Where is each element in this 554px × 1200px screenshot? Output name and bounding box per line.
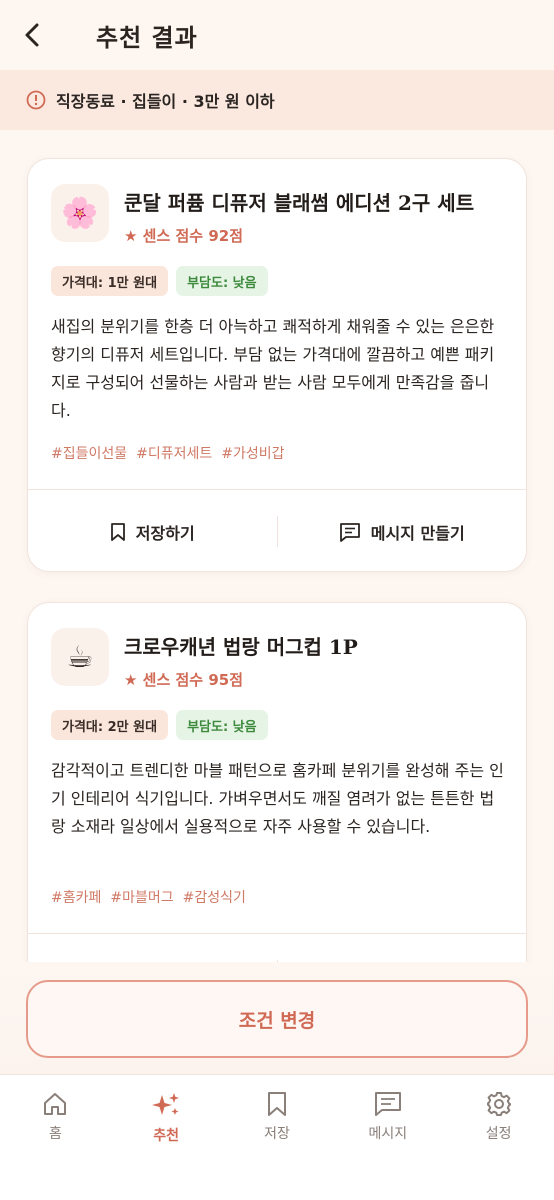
card-actions (28, 933, 526, 962)
product-card[interactable]: ☕ 크로우캐년 법랑 머그컵 1P ★ 센스 점수 95점 가격대: 2만 원대… (27, 602, 527, 962)
nav-item-home[interactable]: 홈 (5, 1075, 105, 1200)
nav-label: 추천 (153, 1128, 180, 1144)
badge-row: 가격대: 1만 원대 부담도: 낮음 (51, 266, 268, 296)
condition-text: 직장동료 · 집들이 · 3만 원 이하 (56, 92, 275, 111)
message-icon (339, 522, 360, 542)
product-name: 크로우캐년 법랑 머그컵 1P (124, 635, 358, 659)
tag: #디퓨저세트 (136, 446, 213, 462)
nav-label: 메시지 (368, 1126, 408, 1142)
tag: #마블머그 (110, 890, 174, 906)
make-message-button[interactable] (278, 934, 527, 962)
sense-score: ★ 센스 점수 92점 (124, 227, 243, 245)
home-icon (44, 1093, 67, 1115)
save-label: 저장하기 (135, 523, 195, 543)
product-card[interactable]: 🌸 쿤달 퍼퓸 디퓨저 블래썸 에디션 2구 세트 ★ 센스 점수 92점 가격… (27, 158, 527, 572)
recommendation-list[interactable]: 🌸 쿤달 퍼퓸 디퓨저 블래썸 에디션 2구 세트 ★ 센스 점수 92점 가격… (0, 130, 554, 962)
tag: #감성식기 (182, 890, 246, 906)
nav-label: 홈 (48, 1126, 62, 1142)
product-thumbnail: ☕ (51, 628, 109, 686)
burden-badge: 부담도: 낮음 (176, 266, 268, 296)
tag: #집들이선물 (51, 446, 128, 462)
card-actions: 저장하기 메시지 만들기 (28, 489, 527, 571)
price-badge: 가격대: 2만 원대 (51, 710, 169, 740)
sense-score: ★ 센스 점수 95점 (124, 671, 243, 689)
tag: #가성비갑 (221, 446, 285, 462)
tag-list: #홈카페 #마블머그 #감성식기 (51, 887, 246, 907)
tag-list: #집들이선물 #디퓨저세트 #가성비갑 (51, 443, 285, 463)
page-title: 추천 결과 (96, 23, 198, 52)
message-icon (374, 1092, 401, 1116)
bookmark-icon (267, 1092, 286, 1116)
make-message-button[interactable]: 메시지 만들기 (278, 490, 527, 571)
nav-item-settings[interactable]: 설정 (449, 1075, 549, 1200)
chevron-left-icon (25, 23, 39, 47)
save-button[interactable]: 저장하기 (28, 490, 277, 571)
save-button[interactable] (28, 934, 277, 962)
tag: #홈카페 (51, 890, 102, 906)
product-name: 쿤달 퍼퓸 디퓨저 블래썸 에디션 2구 세트 (124, 191, 475, 215)
product-description: 새집의 분위기를 한층 더 아늑하고 쾌적하게 채워줄 수 있는 은은한 향기의… (51, 317, 495, 420)
nav-item-saved[interactable]: 저장 (227, 1075, 327, 1200)
bottom-nav: 홈 추천 저장 메시지 설정 (0, 1074, 554, 1200)
gear-icon (486, 1092, 511, 1116)
change-conditions-button[interactable]: 조건 변경 (26, 980, 528, 1058)
nav-label: 설정 (485, 1126, 512, 1142)
message-label: 메시지 만들기 (370, 523, 465, 543)
back-button[interactable] (2, 0, 62, 70)
app-header: 추천 결과 (0, 0, 554, 70)
cherry-blossom-icon: 🌸 (61, 195, 99, 231)
price-badge: 가격대: 1만 원대 (51, 266, 169, 296)
condition-summary-bar: 직장동료 · 집들이 · 3만 원 이하 (0, 70, 554, 130)
nav-item-messages[interactable]: 메시지 (338, 1075, 438, 1200)
nav-label: 저장 (264, 1126, 290, 1142)
product-description: 감각적이고 트렌디한 마블 패턴으로 홈카페 분위기를 완성해 주는 인기 인테… (51, 761, 504, 836)
info-icon (26, 90, 46, 110)
coffee-cup-icon: ☕ (66, 639, 94, 675)
badge-row: 가격대: 2만 원대 부담도: 낮음 (51, 710, 268, 740)
bookmark-icon (110, 522, 125, 541)
sparkle-icon (152, 1093, 180, 1115)
nav-item-recommend[interactable]: 추천 (116, 1075, 216, 1200)
burden-badge: 부담도: 낮음 (176, 710, 268, 740)
cta-area: 조건 변경 (0, 962, 554, 1074)
product-thumbnail: 🌸 (51, 184, 109, 242)
